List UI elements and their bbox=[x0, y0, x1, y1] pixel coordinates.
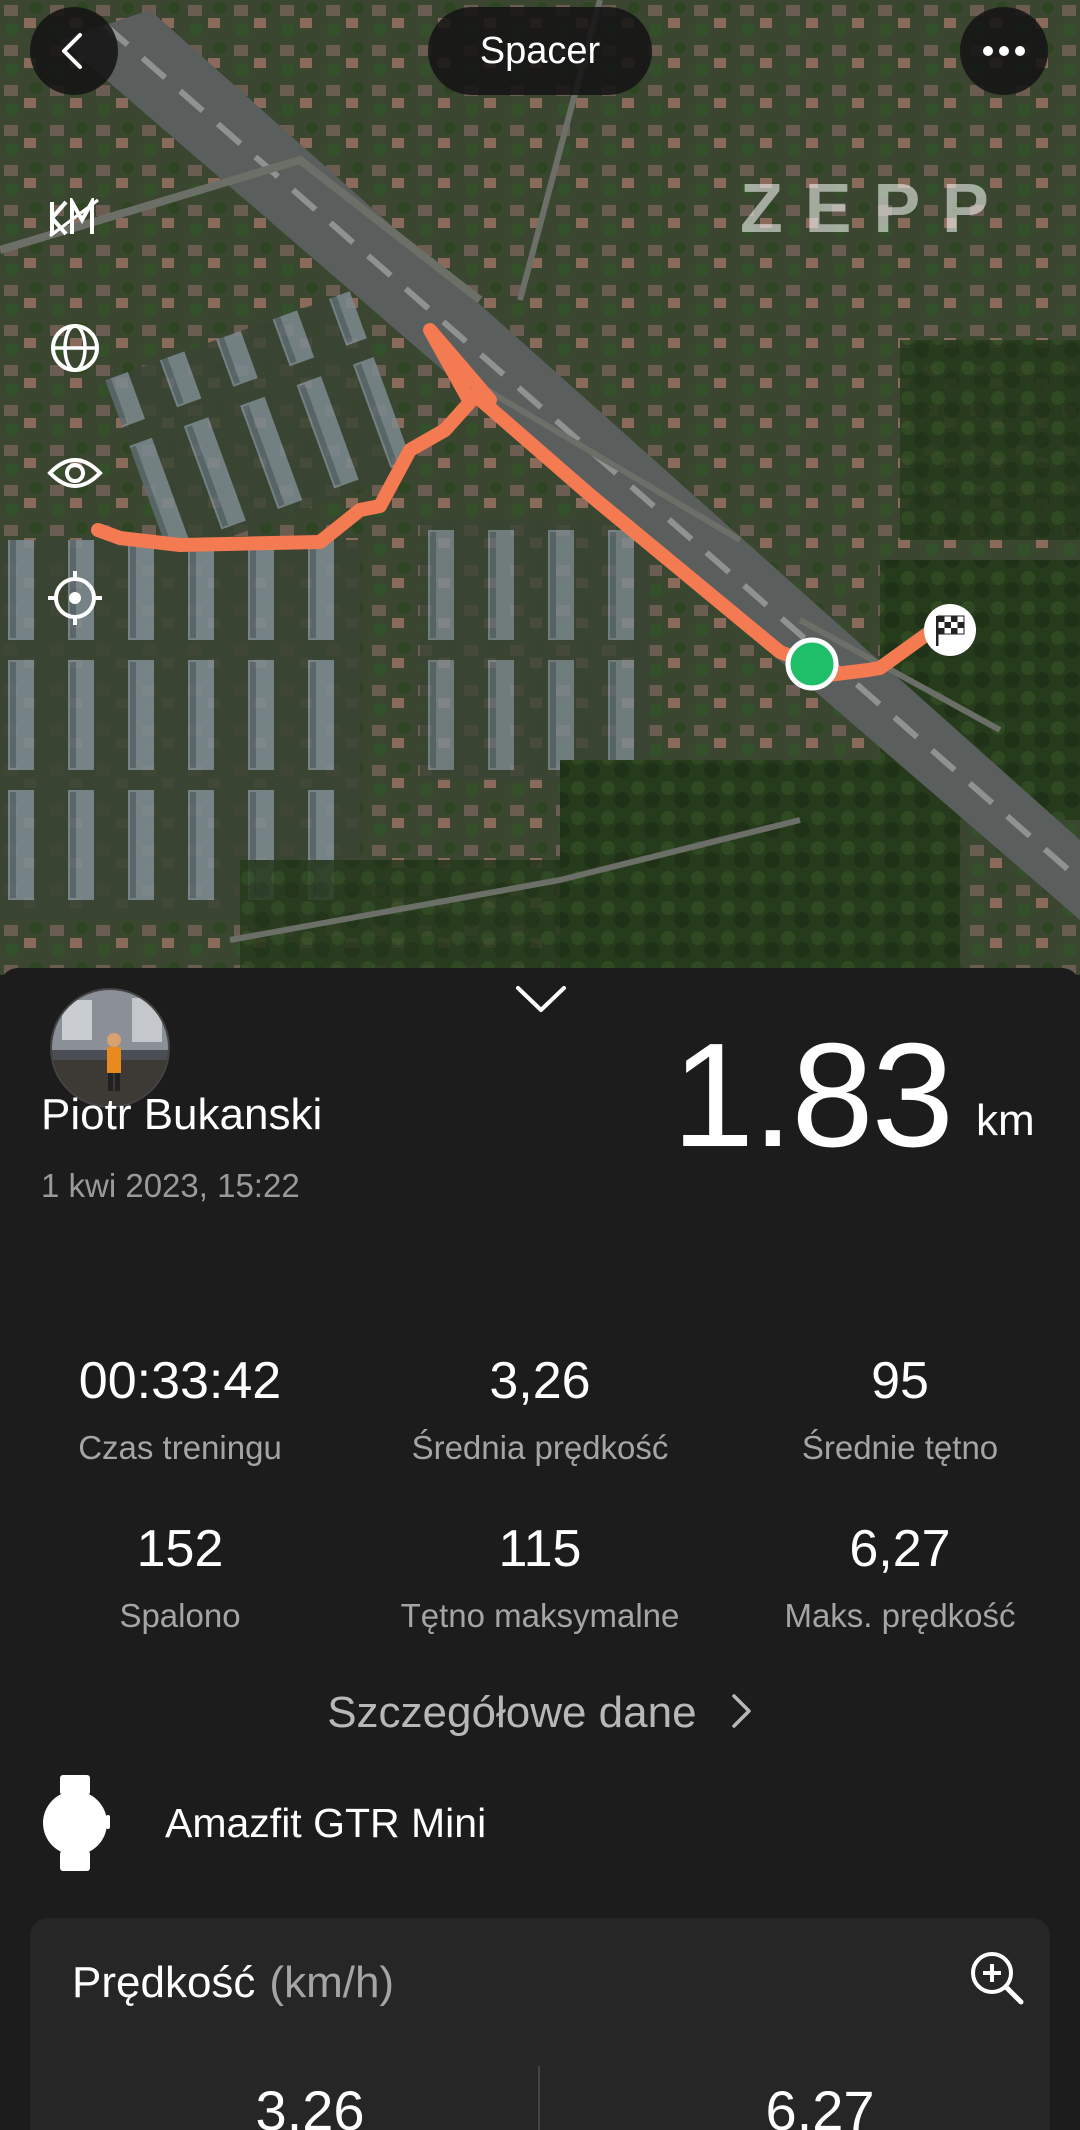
stat-avg-heart-rate: 95 Średnie tętno bbox=[730, 1355, 1070, 1467]
zoom-in-icon bbox=[971, 1952, 1024, 2005]
stat-value: 3,26 bbox=[489, 1352, 591, 1410]
map-layer-toggle[interactable] bbox=[45, 318, 105, 378]
globe-icon bbox=[51, 324, 99, 372]
speed-card-title: Prędkość (km/h) bbox=[72, 1958, 394, 2008]
stat-max-speed: 6,27 Maks. prędkość bbox=[730, 1523, 1070, 1635]
stat-value: 152 bbox=[136, 1520, 224, 1578]
distance-unit: km bbox=[976, 1096, 1035, 1145]
stat-value: 115 bbox=[498, 1520, 582, 1578]
stat-calories: 152 Spalono bbox=[10, 1523, 350, 1635]
back-button[interactable] bbox=[30, 7, 118, 95]
detailed-data-label: Szczegółowe dane bbox=[327, 1688, 697, 1737]
more-horizontal-icon bbox=[983, 46, 1025, 56]
stat-label: Średnia prędkość bbox=[411, 1429, 669, 1466]
stat-max-heart-rate: 115 Tętno maksymalne bbox=[370, 1523, 710, 1635]
user-name: Piotr Bukanski bbox=[41, 1090, 323, 1139]
stat-value: 95 bbox=[871, 1352, 929, 1410]
collapse-sheet-button[interactable] bbox=[515, 984, 567, 1014]
stat-value: 6,27 bbox=[849, 1520, 951, 1578]
more-options-button[interactable] bbox=[960, 7, 1048, 95]
stat-label: Spalono bbox=[119, 1597, 241, 1634]
visibility-toggle[interactable] bbox=[45, 443, 105, 503]
chevron-right-icon bbox=[731, 1690, 753, 1740]
stat-label: Średnie tętno bbox=[801, 1429, 999, 1466]
stat-training-time: 00:33:42 Czas treningu bbox=[10, 1355, 350, 1467]
stat-label: Czas treningu bbox=[78, 1429, 282, 1466]
stat-label: Maks. prędkość bbox=[784, 1597, 1016, 1634]
chevron-left-icon bbox=[62, 33, 82, 69]
watch-icon bbox=[43, 1775, 110, 1871]
finish-marker bbox=[924, 604, 976, 656]
chevron-down-icon bbox=[516, 986, 566, 1012]
stat-value: 00:33:42 bbox=[78, 1352, 282, 1410]
workout-date: 1 kwi 2023, 15:22 bbox=[41, 1167, 300, 1204]
speed-unit: (km/h) bbox=[269, 1958, 395, 2007]
locate-icon bbox=[48, 571, 102, 625]
start-marker bbox=[785, 637, 839, 691]
activity-type-pill: Spacer bbox=[428, 7, 652, 95]
zepp-logo: ZEPP bbox=[740, 169, 1011, 247]
stat-label: Tętno maksymalne bbox=[400, 1597, 680, 1634]
speed-title-text: Prędkość bbox=[72, 1958, 256, 2007]
device-row[interactable]: Amazfit GTR Mini bbox=[40, 1775, 486, 1871]
stat-avg-speed: 3,26 Średnia prędkość bbox=[370, 1355, 710, 1467]
recenter-button[interactable] bbox=[45, 568, 105, 628]
speed-avg-value: 3,26 bbox=[255, 2079, 365, 2130]
speed-max-value: 6,27 bbox=[765, 2079, 875, 2130]
divider bbox=[538, 2066, 540, 2130]
route-map[interactable]: Spacer ZEPP bbox=[0, 0, 1080, 975]
distance-value: 1.83 bbox=[671, 1013, 954, 1178]
satellite-imagery bbox=[0, 0, 1080, 975]
speed-card: Prędkość (km/h) 3,26 6,27 bbox=[30, 1918, 1050, 2130]
km-markers-icon bbox=[49, 198, 99, 238]
detailed-data-link[interactable]: Szczegółowe dane bbox=[0, 1688, 1080, 1740]
zoom-in-button[interactable] bbox=[967, 1948, 1027, 2008]
activity-type-label: Spacer bbox=[479, 29, 601, 72]
eye-icon bbox=[47, 458, 103, 488]
km-markers-toggle[interactable] bbox=[45, 188, 105, 248]
device-name: Amazfit GTR Mini bbox=[165, 1799, 487, 1846]
